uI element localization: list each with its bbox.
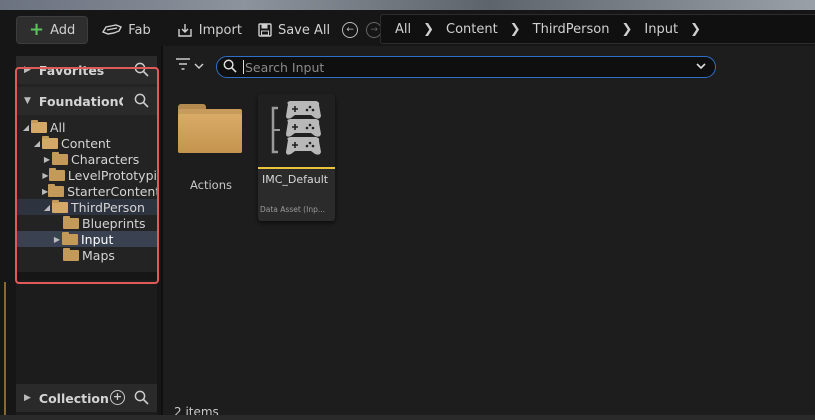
expand-arrow-icon[interactable]: ▶ [42,155,52,164]
breadcrumb-item-input[interactable]: Input [644,22,678,37]
tree-item-input[interactable]: ▶ Input [16,231,157,247]
search-icon[interactable] [134,62,149,80]
expand-arrow-icon[interactable]: ▶ [52,235,62,244]
tree-item-label: Input [81,231,114,247]
folder-icon [63,215,79,229]
fab-icon [102,23,123,37]
chevron-down-icon[interactable] [695,60,707,75]
asset-view: Actions [163,46,815,420]
collections-header[interactable]: ▶ Collection + [16,384,157,412]
input-mapping-context-icon [271,101,321,155]
filter-button[interactable] [175,58,204,73]
add-button-label: Add [50,22,76,38]
history-back-icon[interactable]: ← [342,22,359,38]
expand-arrow-icon[interactable]: ▶ [42,171,49,180]
tree-item-levelprototyping[interactable]: ▶ LevelPrototypi [16,167,157,183]
import-icon [177,22,193,38]
add-collection-icon[interactable]: + [110,390,125,405]
folder-tree: ◢ All ◢ Content ▶ Characters ▶ LevelProt… [16,115,157,263]
folder-icon [62,231,78,245]
asset-type-label: Data Asset (Inp... [260,205,325,214]
fab-button[interactable]: Fab [92,16,161,44]
chevron-right-icon[interactable]: ❯ [690,22,701,37]
tree-item-label: ThirdPerson [71,199,145,215]
collapse-triangle-icon[interactable]: ▼ [24,96,31,106]
asset-tile-imc-default[interactable]: IMC_Default Data Asset (Inp... [258,94,335,221]
collapse-arrow-icon[interactable]: ◢ [32,139,42,148]
save-all-button[interactable]: Save All [252,16,340,44]
project-label: FoundationCou [38,93,123,109]
collapse-arrow-icon[interactable]: ◢ [42,203,52,212]
search-icon [223,59,237,76]
text-cursor [243,60,244,74]
tree-item-label: Blueprints [82,215,146,231]
asset-name: IMC_Default [262,173,329,186]
chevron-down-icon [194,58,204,73]
expand-triangle-icon[interactable]: ▶ [24,65,31,75]
folder-open-icon [42,135,58,149]
tree-item-label: LevelPrototypi [67,167,157,183]
fab-button-label: Fab [128,22,151,38]
search-icon[interactable] [134,93,149,111]
folder-icon [48,183,65,197]
favorites-header[interactable]: ▶ Favorites [16,56,157,84]
asset-label: Actions [189,178,232,192]
folder-open-icon [52,199,68,213]
filter-icon [175,58,191,73]
tree-item-startercontent[interactable]: ▶ StarterContent [16,183,157,199]
chevron-right-icon[interactable]: ❯ [622,22,633,37]
breadcrumb: All ❯ Content ❯ ThirdPerson ❯ Input ❯ [380,14,815,44]
folder-open-icon [31,119,47,133]
collection-label: Collection [38,390,109,406]
folder-icon [48,167,65,181]
collapse-arrow-icon[interactable]: ◢ [21,123,31,132]
tree-item-characters[interactable]: ▶ Characters [16,151,157,167]
asset-thumbnail [258,94,335,167]
tree-item-label: Characters [71,151,140,167]
folder-icon [178,104,242,154]
tree-item-all[interactable]: ◢ All [16,119,157,135]
tree-item-thirdperson[interactable]: ◢ ThirdPerson [16,199,157,215]
plus-icon: + [29,19,45,40]
tree-item-label: All [50,119,66,135]
tree-item-content[interactable]: ◢ Content [16,135,157,151]
import-button-label: Import [198,22,242,38]
project-header[interactable]: ▼ FoundationCou [16,87,157,115]
import-button[interactable]: Import [167,16,252,44]
save-all-button-label: Save All [277,22,331,38]
asset-folder-actions[interactable]: Actions [177,104,245,192]
sources-panel: ▶ Favorites ▼ FoundationCou ◢ All ◢ Cont… [16,56,157,272]
search-input[interactable] [245,59,685,75]
breadcrumb-item-thirdperson[interactable]: ThirdPerson [533,22,610,37]
tree-item-label: Maps [82,247,115,263]
tree-item-blueprints[interactable]: Blueprints [16,215,157,231]
search-box[interactable] [216,56,716,78]
tree-item-label: StarterContent [67,183,157,199]
folder-icon [52,151,68,165]
folder-icon [63,247,79,261]
chevron-right-icon[interactable]: ❯ [423,22,434,37]
tree-item-maps[interactable]: Maps [16,247,157,263]
viewport-backdrop [0,0,815,10]
expand-triangle-icon[interactable]: ▶ [24,393,31,403]
chevron-right-icon[interactable]: ❯ [510,22,521,37]
tree-item-label: Content [61,135,111,151]
favorites-label: Favorites [38,62,105,78]
search-icon[interactable] [134,390,149,408]
breadcrumb-item-content[interactable]: Content [446,22,498,37]
breadcrumb-item-all[interactable]: All [395,22,411,37]
viewport-edge [4,282,12,420]
save-icon [258,23,272,37]
content-browser-window: + Add Fab Import Save All ← → All ❯ Cont… [0,10,815,420]
add-button[interactable]: + Add [16,16,89,44]
bottom-strip [0,415,815,420]
